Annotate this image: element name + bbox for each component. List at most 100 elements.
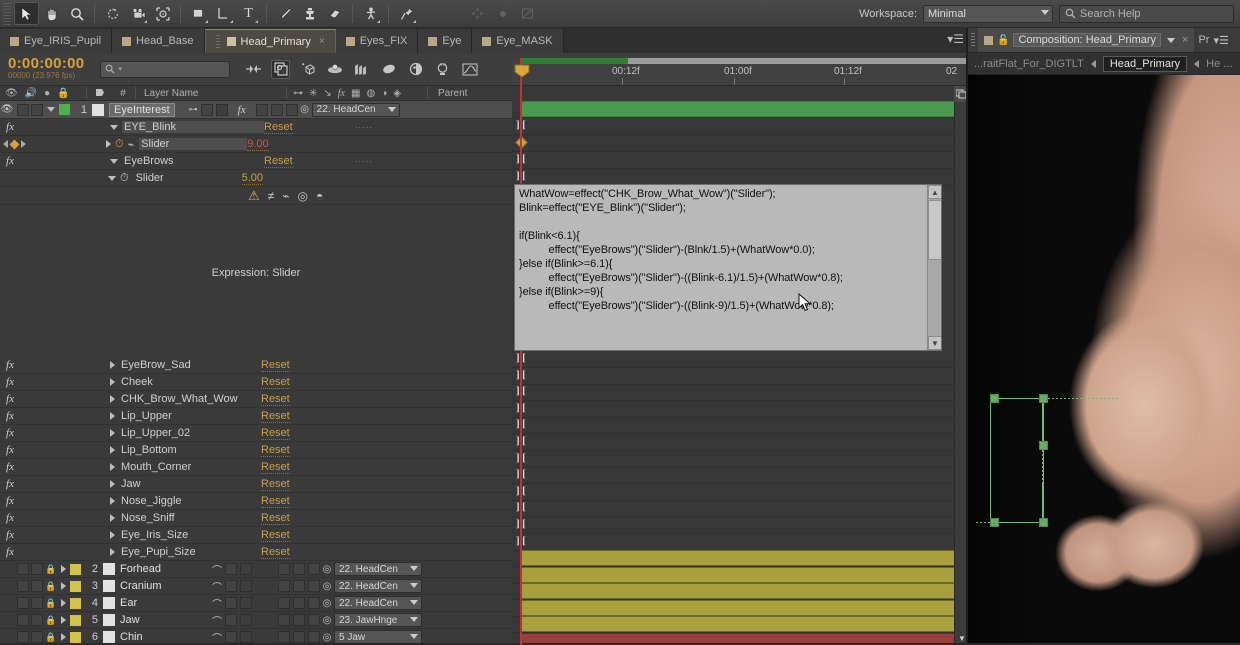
effects-switch[interactable]: fx	[231, 104, 253, 116]
shy-switch[interactable]	[225, 597, 237, 609]
effect-reset-button[interactable]: Reset	[261, 512, 290, 525]
expand-triangle-icon[interactable]	[110, 395, 115, 403]
table-row[interactable]: fx Eye_Iris_Size Reset	[0, 527, 512, 544]
camera-tool[interactable]	[125, 2, 150, 25]
timeline-row[interactable]	[512, 550, 968, 567]
timeline-search-input[interactable]: ▾	[100, 60, 231, 78]
shy-switch[interactable]	[225, 631, 237, 643]
parent-select[interactable]: 22. HeadCen	[334, 596, 422, 610]
property-value[interactable]: 9.00	[247, 138, 269, 151]
threed-switch[interactable]	[285, 103, 298, 116]
motionblur-switch[interactable]	[270, 103, 283, 116]
audio-toggle[interactable]	[17, 597, 29, 609]
frameblend-switch[interactable]	[278, 597, 290, 609]
expand-triangle-icon[interactable]	[110, 412, 115, 420]
table-row[interactable]: 🔒 5 Jaw ⌒ ◎ 23. JawHnge	[0, 612, 512, 629]
effect-name[interactable]: Mouth_Corner	[119, 461, 261, 473]
graph-icon[interactable]: ⌁	[128, 138, 135, 151]
effect-reset-button[interactable]: Reset	[261, 427, 290, 440]
close-icon[interactable]: ×	[319, 36, 325, 47]
table-row[interactable]: fx EyeBrows Reset ·····	[0, 153, 512, 170]
number-column-header[interactable]: #	[111, 88, 135, 99]
frame-blend-icon[interactable]: ▦	[351, 88, 360, 99]
motionblur-switch[interactable]	[293, 563, 305, 575]
effect-reset-button[interactable]: Reset	[261, 478, 290, 491]
solo-icon[interactable]: ●	[44, 88, 50, 99]
motionblur-switch[interactable]	[293, 631, 305, 643]
workspace-select[interactable]: Minimal	[923, 4, 1053, 23]
expression-enable-icon[interactable]: ≠	[268, 189, 275, 203]
parent-pickwhip-icon[interactable]: ◎	[320, 598, 334, 609]
selection-tool[interactable]	[14, 2, 39, 25]
parent-select[interactable]: 22. HeadCen	[334, 579, 422, 593]
table-row[interactable]: 🔒 3 Cranium ⌒ ◎ 22. HeadCen	[0, 578, 512, 595]
keyframe-navigator[interactable]	[0, 139, 26, 149]
layer-bar[interactable]	[520, 583, 960, 600]
layer-color-swatch[interactable]	[70, 614, 81, 626]
expression-graph-icon[interactable]: ⌁	[282, 189, 289, 203]
expand-triangle-icon[interactable]	[47, 107, 55, 112]
anchor-point-tool[interactable]	[150, 2, 175, 25]
frameblend-switch[interactable]	[278, 563, 290, 575]
tab-eyes-fix[interactable]: Eyes_FIX	[335, 29, 419, 53]
solo-toggle[interactable]	[31, 563, 43, 575]
shy-toggle-icon[interactable]: ✳	[309, 88, 317, 99]
layer-color-swatch[interactable]	[70, 597, 81, 609]
selection-handle[interactable]	[1039, 441, 1048, 450]
solo-toggle[interactable]	[31, 103, 43, 116]
frameblend-switch[interactable]	[278, 631, 290, 643]
tab-head-base[interactable]: Head_Base	[112, 29, 205, 53]
selection-handle[interactable]	[990, 394, 999, 403]
zoom-tool[interactable]	[64, 2, 89, 25]
expand-triangle-icon[interactable]	[110, 429, 115, 437]
expand-triangle-icon[interactable]	[110, 514, 115, 522]
breadcrumb-current[interactable]: Head_Primary	[1102, 55, 1188, 72]
expand-triangle-icon[interactable]	[110, 124, 118, 130]
frameblend-switch[interactable]	[255, 103, 268, 116]
collapse-icon[interactable]: ↘	[323, 88, 331, 99]
threed-switch[interactable]	[308, 563, 320, 575]
cti-head[interactable]	[514, 64, 530, 78]
effect-name[interactable]: Cheek	[119, 376, 261, 388]
breadcrumb-parent[interactable]: ...raitFlat_For_DIGTLT	[974, 58, 1084, 70]
scroll-down-icon[interactable]: ▼	[928, 336, 941, 350]
expand-triangle-icon[interactable]	[110, 531, 115, 539]
collapse-switch[interactable]	[240, 614, 252, 626]
parent-pickwhip-icon[interactable]: ◎	[320, 632, 334, 643]
effect-name[interactable]: EyeBrow_Sad	[119, 359, 261, 371]
collapse-switch[interactable]	[240, 563, 252, 575]
expand-triangle-icon[interactable]	[106, 140, 111, 148]
rotation-tool[interactable]	[100, 2, 125, 25]
expand-triangle-icon[interactable]	[61, 599, 66, 607]
lock-icon[interactable]: 🔒	[57, 88, 69, 99]
table-row[interactable]: fx CHK_Brow_What_Wow Reset	[0, 391, 512, 408]
brainstorm-icon[interactable]	[433, 60, 452, 79]
selection-handle[interactable]	[1039, 518, 1048, 527]
expand-triangle-icon[interactable]	[61, 565, 66, 573]
prev-keyframe-icon[interactable]	[3, 140, 8, 148]
timeline-row[interactable]	[512, 583, 968, 601]
current-time-indicator[interactable]	[520, 58, 522, 645]
layer-bar[interactable]	[520, 616, 960, 633]
timeline-row[interactable]: ]|[	[512, 500, 968, 518]
effect-reset-button[interactable]: Reset	[264, 155, 293, 168]
collapse-switch[interactable]	[215, 103, 228, 116]
solo-toggle[interactable]	[31, 631, 43, 643]
expression-scrollbar[interactable]: ▲ ▼	[927, 185, 941, 350]
collapse-switch[interactable]	[240, 597, 252, 609]
audio-toggle-icon[interactable]: ⊶	[293, 88, 303, 99]
toolbar-grip[interactable]	[3, 2, 11, 25]
layer-selection-box[interactable]	[968, 75, 1240, 645]
expression-editor[interactable]: WhatWow=effect("CHK_Brow_What_Wow")("Sli…	[514, 184, 942, 351]
lock-toggle[interactable]: 🔒	[45, 580, 57, 592]
draft-3d-icon[interactable]	[271, 59, 291, 79]
eraser-tool[interactable]	[322, 2, 347, 25]
shy-switch[interactable]	[225, 563, 237, 575]
expand-triangle-icon[interactable]	[61, 582, 66, 590]
effect-reset-button[interactable]: Reset	[261, 529, 290, 542]
timeline-row[interactable]: ]|[	[512, 351, 968, 368]
table-row[interactable]: fx EyeBrow_Sad Reset	[0, 357, 512, 374]
graph-bars-icon[interactable]	[352, 60, 371, 79]
parent-select[interactable]: 22. HeadCen	[334, 562, 422, 576]
stopwatch-icon[interactable]: ⏱	[120, 172, 129, 185]
